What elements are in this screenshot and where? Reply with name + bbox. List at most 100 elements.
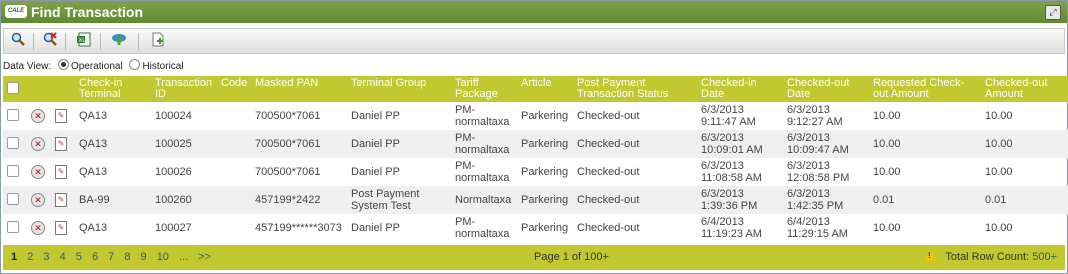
page-link[interactable]: 2 [27, 251, 33, 263]
transaction-id-cell: 100024 [155, 110, 192, 122]
edit-icon[interactable]: ✎ [55, 221, 67, 235]
title-bar: CALE Find Transaction ⤢ [1, 1, 1067, 23]
search-icon[interactable] [8, 32, 28, 50]
tariff-package-link[interactable]: Normaltaxa [451, 186, 517, 214]
checkin-terminal-link[interactable]: QA13 [75, 102, 151, 130]
row-edit-cell: ✎ [51, 158, 75, 186]
new-document-icon[interactable] [148, 32, 168, 50]
export-excel-icon[interactable]: XL [74, 32, 94, 50]
tariff-package-link[interactable]: PM-normaltaxa [451, 214, 517, 242]
checked-in-date-cell: 6/3/2013 11:08:58 AM [701, 160, 762, 184]
row-edit-cell: ✎ [51, 214, 75, 242]
row-checkbox[interactable] [7, 192, 19, 205]
checked-in-date-cell: 6/3/2013 10:09:01 AM [697, 130, 783, 158]
tariff-package-link[interactable]: PM-normaltaxa [451, 130, 517, 158]
terminal-group-link[interactable]: Daniel PP [347, 214, 451, 242]
transaction-table: Check-in Terminal Transaction ID Code Ma… [3, 76, 1068, 242]
page-link[interactable]: 8 [124, 251, 130, 263]
edit-icon[interactable]: ✎ [55, 109, 67, 123]
edit-icon[interactable]: ✎ [55, 193, 67, 207]
delete-column-header [27, 76, 51, 102]
data-view-selector: Data View: Operational Historical [3, 59, 184, 73]
clear-search-icon[interactable] [40, 32, 60, 50]
edit-icon[interactable]: ✎ [55, 137, 67, 151]
historical-label: Historical [142, 61, 184, 72]
page-ellipsis[interactable]: ... [179, 251, 188, 263]
terminal-group-link[interactable]: Daniel PP [347, 130, 451, 158]
table-row: ✕ ✎ BA-99 100260 457199*2422 Post Paymen… [3, 186, 1068, 214]
page-link[interactable]: 7 [108, 251, 114, 263]
terminal-group-link[interactable]: Daniel PP [347, 102, 451, 130]
terminal-group-link[interactable]: Daniel PP [347, 158, 451, 186]
requested-amount-cell: 10.00 [873, 166, 901, 178]
delete-icon[interactable]: ✕ [31, 193, 45, 207]
operational-radio[interactable] [57, 59, 69, 70]
edit-icon[interactable]: ✎ [55, 165, 67, 179]
col-header-tariff-package[interactable]: Tariff Package [451, 76, 517, 102]
page-link[interactable]: 3 [43, 251, 49, 263]
masked-pan-cell: 700500*7061 [255, 110, 321, 122]
col-header-transaction-id[interactable]: Transaction ID [151, 76, 217, 102]
delete-icon[interactable]: ✕ [31, 221, 45, 235]
total-row-count-value[interactable]: 500+ [1032, 251, 1057, 263]
article-link[interactable]: Parkering [517, 214, 573, 242]
page-link[interactable]: 10 [157, 251, 169, 263]
upload-icon[interactable] [109, 32, 129, 50]
col-header-terminal-group[interactable]: Terminal Group [347, 76, 451, 102]
row-edit-cell: ✎ [51, 102, 75, 130]
row-delete-cell: ✕ [27, 214, 51, 242]
article-link[interactable]: Parkering [517, 158, 573, 186]
toolbar: XL [3, 28, 1065, 54]
col-header-checked-out-date[interactable]: Checked-out Date [783, 76, 869, 102]
checked-out-date-cell: 6/3/2013 9:12:27 AM [787, 104, 843, 128]
row-checkbox[interactable] [7, 136, 19, 149]
row-select-cell [3, 186, 27, 214]
toolbar-separator [100, 33, 101, 50]
operational-label: Operational [70, 61, 123, 72]
row-select-cell [3, 158, 27, 186]
select-all-checkbox[interactable] [7, 82, 19, 94]
cale-logo: CALE [5, 5, 27, 18]
col-header-checked-in-date[interactable]: Checked-in Date [697, 76, 783, 102]
row-checkbox[interactable] [7, 164, 19, 177]
tariff-package-link[interactable]: PM-normaltaxa [451, 102, 517, 130]
data-view-label: Data View: [3, 61, 52, 72]
checkin-terminal-link[interactable]: BA-99 [75, 186, 151, 214]
checked-out-amount-cell: 0.01 [981, 186, 1068, 214]
historical-radio[interactable] [129, 59, 141, 70]
tariff-package-link[interactable]: PM-normaltaxa [451, 158, 517, 186]
col-header-masked-pan[interactable]: Masked PAN [251, 76, 347, 102]
col-header-requested-amount[interactable]: Requested Check-out Amount [869, 76, 981, 102]
col-header-status[interactable]: Post Payment Transaction Status [573, 76, 697, 102]
terminal-group-link[interactable]: Post Payment System Test [347, 186, 451, 214]
page-link[interactable]: 5 [76, 251, 82, 263]
delete-icon[interactable]: ✕ [31, 137, 45, 151]
checkin-terminal-link[interactable]: QA13 [75, 158, 151, 186]
col-header-checkin-terminal[interactable]: Check-in Terminal [75, 76, 151, 102]
row-select-cell [3, 214, 27, 242]
checkin-terminal-link[interactable]: QA13 [75, 214, 151, 242]
page-link[interactable]: 6 [92, 251, 98, 263]
article-link[interactable]: Parkering [517, 102, 573, 130]
page-link[interactable]: 4 [60, 251, 66, 263]
warning-icon-mark: ! [928, 251, 931, 260]
article-link[interactable]: Parkering [517, 186, 573, 214]
col-header-checked-out-amount[interactable]: Checked-out Amount [981, 76, 1068, 102]
next-pages-link[interactable]: >> [198, 251, 211, 263]
page-link[interactable]: 1 [11, 251, 17, 263]
checkin-terminal-link[interactable]: QA13 [75, 130, 151, 158]
row-checkbox[interactable] [7, 108, 19, 121]
article-link[interactable]: Parkering [517, 130, 573, 158]
page-info: Page 1 of 100+ [534, 251, 609, 263]
row-checkbox[interactable] [7, 220, 19, 233]
delete-icon[interactable]: ✕ [31, 109, 45, 123]
table-row: ✕ ✎ QA13 100024 700500*7061 Daniel PP PM… [3, 102, 1068, 130]
col-header-article[interactable]: Article [517, 76, 573, 102]
pagination-bar: 1 2 3 4 5 6 7 8 9 10 ... >> Page 1 of 10… [3, 245, 1065, 270]
transaction-id-cell: 100260 [151, 186, 217, 214]
total-row-count-label: Total Row Count: [945, 251, 1030, 263]
delete-icon[interactable]: ✕ [31, 165, 45, 179]
maximize-icon[interactable]: ⤢ [1045, 5, 1061, 20]
col-header-code[interactable]: Code [217, 76, 251, 102]
page-link[interactable]: 9 [141, 251, 147, 263]
